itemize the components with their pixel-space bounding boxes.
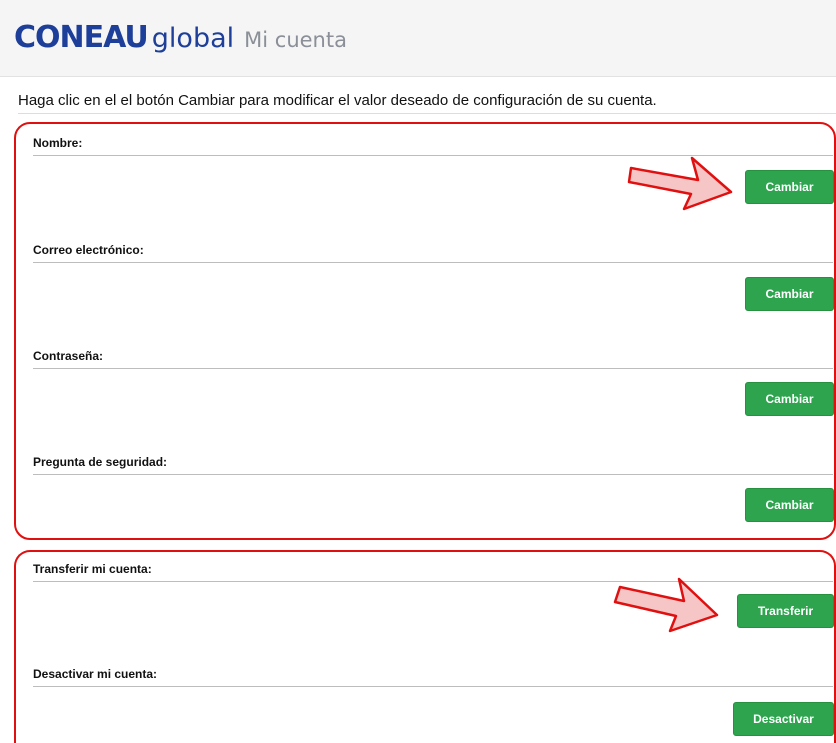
setting-label-security-question: Pregunta de seguridad: xyxy=(33,455,168,469)
divider xyxy=(33,686,833,687)
right-arrow-icon xyxy=(613,577,719,633)
divider xyxy=(18,113,836,114)
setting-label-password: Contraseña: xyxy=(33,349,104,363)
change-name-button[interactable]: Cambiar xyxy=(745,170,834,204)
divider xyxy=(33,474,833,475)
deactivate-account-button[interactable]: Desactivar xyxy=(733,702,834,736)
intro-text: Haga clic en el el botón Cambiar para mo… xyxy=(18,92,657,109)
divider xyxy=(33,368,833,369)
divider xyxy=(33,262,833,263)
account-label-deactivate: Desactivar mi cuenta: xyxy=(33,667,158,681)
page-title: Mi cuenta xyxy=(244,28,347,52)
page-header: CONEAU global Mi cuenta xyxy=(0,0,836,77)
logo[interactable]: CONEAU global Mi cuenta xyxy=(14,20,347,55)
setting-label-name: Nombre: xyxy=(33,136,83,150)
right-arrow-icon xyxy=(627,156,733,211)
setting-label-email: Correo electrónico: xyxy=(33,243,144,257)
change-password-button[interactable]: Cambiar xyxy=(745,382,834,416)
brand-name: CONEAU xyxy=(14,20,149,55)
change-email-button[interactable]: Cambiar xyxy=(745,277,834,311)
change-security-question-button[interactable]: Cambiar xyxy=(745,488,834,522)
account-label-transfer: Transferir mi cuenta: xyxy=(33,562,152,576)
transfer-account-button[interactable]: Transferir xyxy=(737,594,834,628)
brand-sub: global xyxy=(151,23,235,54)
